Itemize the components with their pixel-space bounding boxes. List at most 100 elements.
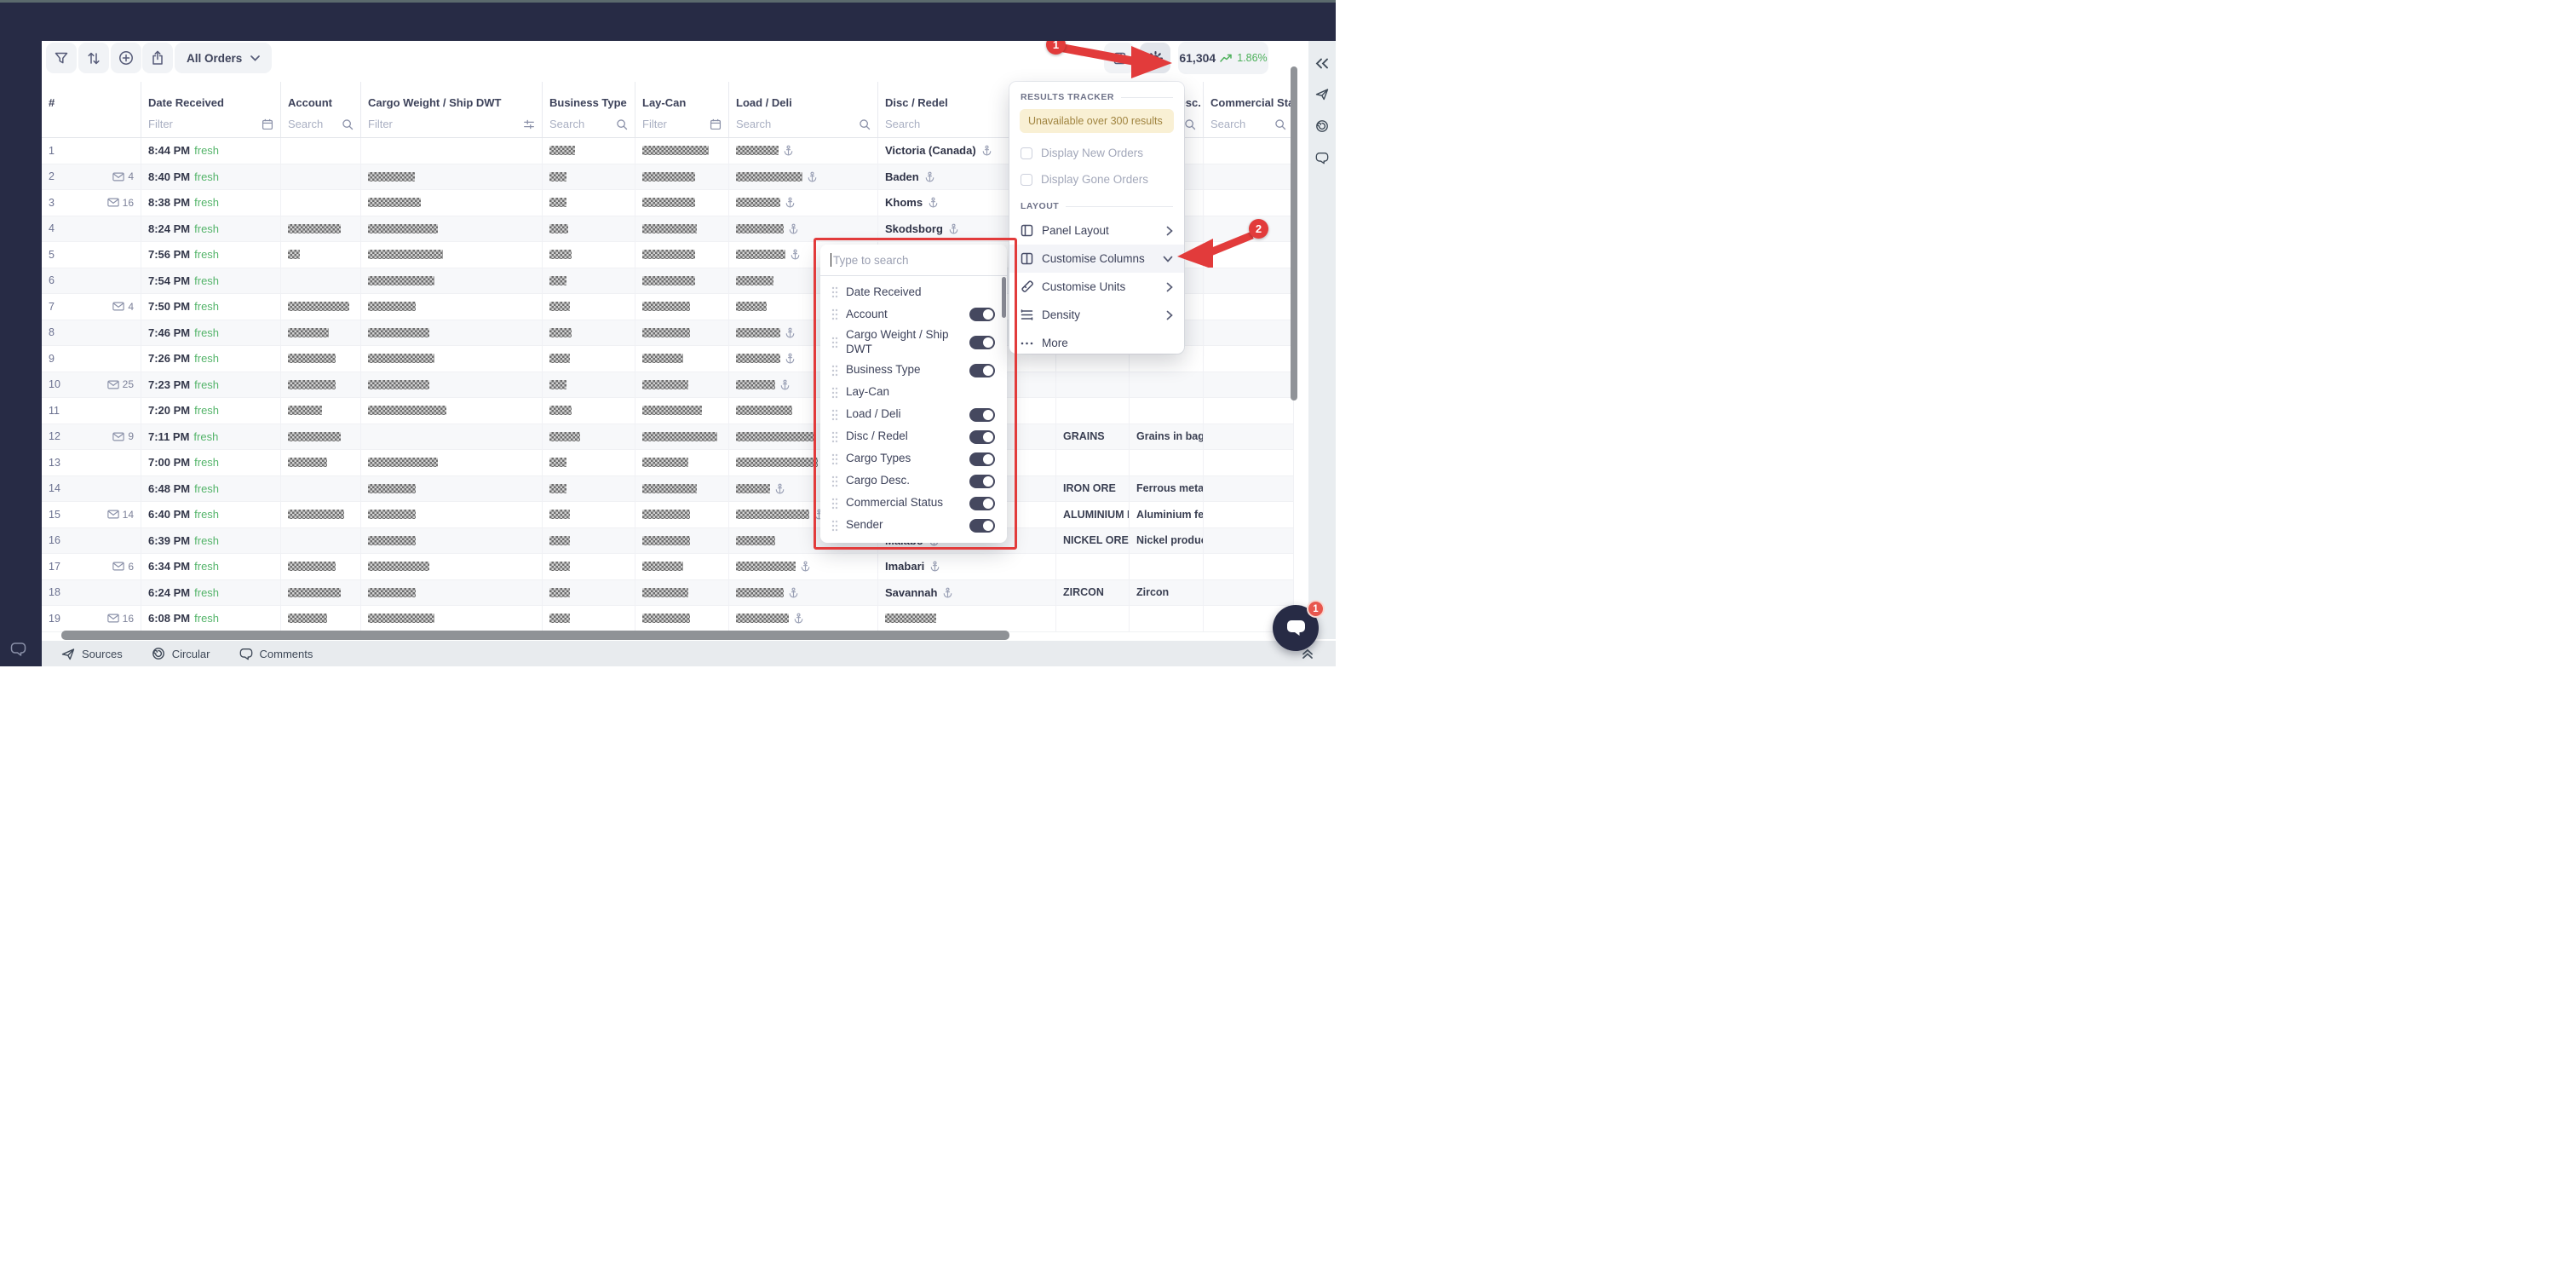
received-time: 6:40 PM: [148, 508, 190, 521]
column-header-bt[interactable]: Business Type: [543, 82, 635, 111]
freshness-label: fresh: [194, 560, 219, 573]
send-icon[interactable]: [1315, 88, 1329, 101]
received-time: 7:54 PM: [148, 274, 190, 287]
anchor-icon: [790, 249, 801, 260]
settings-gear-button[interactable]: [1140, 43, 1170, 73]
redacted-text: [288, 250, 300, 259]
cell-laycan: [635, 320, 729, 346]
sort-button[interactable]: [78, 43, 109, 73]
panel-view-button[interactable]: [1104, 43, 1135, 73]
bottombar-tab-circular[interactable]: Circular: [152, 647, 210, 660]
received-time: 7:23 PM: [148, 378, 190, 391]
cell-date: 8:24 PMfresh: [141, 216, 281, 242]
column-filter-date[interactable]: Filter: [141, 111, 281, 137]
column-header-date[interactable]: Date Received: [141, 82, 281, 111]
table-row[interactable]: 1297:11 PMfreshGRAINSGrains in bags: [42, 424, 1294, 451]
send-icon: [61, 648, 75, 660]
share-export-button[interactable]: [142, 43, 173, 73]
row-number: 2: [49, 170, 55, 182]
cell-commercial-status: [1204, 372, 1294, 398]
table-row[interactable]: 146:48 PMfreshIRON OREFerrous metals: [42, 476, 1294, 503]
column-header-comm[interactable]: Commercial Status: [1204, 82, 1294, 111]
column-header-acct[interactable]: Account: [281, 82, 361, 111]
table-row[interactable]: 1766:34 PMfreshImabari: [42, 554, 1294, 580]
bubble-icon[interactable]: [1315, 152, 1329, 164]
table-row[interactable]: 15146:40 PMfreshALUMINIUM BRAluminium fe…: [42, 502, 1294, 528]
redacted-text: [288, 614, 327, 623]
cargo-type-value: ZIRCON: [1063, 586, 1104, 598]
cell-business-type: [543, 268, 635, 294]
checkbox-display-gone-orders[interactable]: Display Gone Orders: [1009, 166, 1184, 193]
column-header-ld[interactable]: Load / Deli: [729, 82, 878, 111]
menu-item-customise-units[interactable]: Customise Units: [1009, 273, 1184, 301]
column-header-lc[interactable]: Lay-Can: [635, 82, 729, 111]
redacted-text: [736, 614, 789, 623]
chevron-right-icon: [1166, 226, 1173, 236]
checkbox-box: [1021, 174, 1032, 186]
menu-item-more[interactable]: More: [1009, 329, 1184, 357]
column-header-label: Account: [288, 96, 332, 109]
cell-cargo-weight: [361, 138, 543, 164]
row-number: 6: [49, 274, 55, 286]
row-number: 14: [49, 482, 60, 494]
chevrons-left-icon[interactable]: [1315, 58, 1329, 69]
add-order-button[interactable]: [111, 43, 141, 73]
horizontal-scrollbar[interactable]: [61, 631, 1009, 640]
column-filter-cw[interactable]: Filter: [361, 111, 543, 137]
freshness-label: fresh: [194, 404, 219, 417]
checkbox-display-new-orders[interactable]: Display New Orders: [1009, 140, 1184, 166]
table-row[interactable]: 137:00 PMfresh: [42, 450, 1294, 476]
table-row[interactable]: 19166:08 PMfresh: [42, 606, 1294, 632]
table-row[interactable]: 186:24 PMfreshSavannahZIRCONZircon: [42, 580, 1294, 607]
port-label: Victoria (Canada): [885, 144, 976, 157]
mail-icon: [107, 614, 119, 623]
row-number: 12: [49, 430, 60, 442]
filter-placeholder: Search: [885, 118, 920, 130]
spiral-icon[interactable]: [1315, 119, 1329, 133]
row-number: 19: [49, 613, 60, 625]
search-icon: [1184, 118, 1196, 130]
column-filter-acct[interactable]: Search: [281, 111, 361, 137]
redacted-text: [549, 406, 572, 415]
table-row[interactable]: 10257:23 PMfresh: [42, 372, 1294, 399]
anchor-icon: [948, 223, 959, 234]
redacted-text: [642, 380, 688, 389]
filter-placeholder: Search: [736, 118, 771, 130]
cell-cargo-weight: [361, 398, 543, 424]
port-name: Victoria (Canada): [885, 144, 992, 157]
cell-business-type: [543, 606, 635, 631]
bottombar-tab-sources[interactable]: Sources: [61, 648, 123, 660]
column-header-label: Disc / Redel: [885, 96, 948, 109]
column-header-cw[interactable]: Cargo Weight / Ship DWT: [361, 82, 543, 111]
column-filter-num[interactable]: [42, 111, 141, 137]
column-filter-bt[interactable]: Search: [543, 111, 635, 137]
cell-business-type: [543, 242, 635, 268]
panel-icon: [1021, 224, 1033, 237]
cell-cargo-types: [1056, 398, 1130, 424]
filter-placeholder: Filter: [148, 118, 173, 130]
column-filter-ld[interactable]: Search: [729, 111, 878, 137]
cell-cargo-desc: Nickel product: [1130, 528, 1204, 554]
cell-cargo-weight: [361, 502, 543, 527]
menu-item-density[interactable]: Density: [1009, 301, 1184, 329]
filter-button[interactable]: [46, 43, 77, 73]
bottombar-tab-comments[interactable]: Comments: [239, 648, 313, 660]
column-filter-comm[interactable]: Search: [1204, 111, 1294, 137]
table-row[interactable]: 117:20 PMfresh: [42, 398, 1294, 424]
vertical-scrollbar[interactable]: [1291, 66, 1297, 400]
orders-filter-dropdown[interactable]: All Orders: [175, 43, 272, 73]
redacted-text: [736, 484, 770, 493]
rail-chat-bubble-icon[interactable]: [9, 642, 28, 659]
menu-item-panel-layout[interactable]: Panel Layout: [1009, 216, 1184, 245]
port-label: Skodsborg: [885, 222, 943, 235]
table-row[interactable]: 166:39 PMfreshMalaboNICKEL ORENickel pro…: [42, 528, 1294, 555]
redacted-text: [288, 354, 336, 363]
redacted-text: [549, 276, 566, 285]
column-header-num[interactable]: #: [42, 82, 141, 111]
checkbox-label: Display Gone Orders: [1041, 173, 1148, 186]
search-icon: [342, 118, 354, 130]
menu-item-customise-columns[interactable]: Customise Columns: [1009, 245, 1184, 273]
row-number: 16: [49, 534, 60, 546]
column-filter-lc[interactable]: Filter: [635, 111, 729, 137]
cell-commercial-status: [1204, 424, 1294, 450]
